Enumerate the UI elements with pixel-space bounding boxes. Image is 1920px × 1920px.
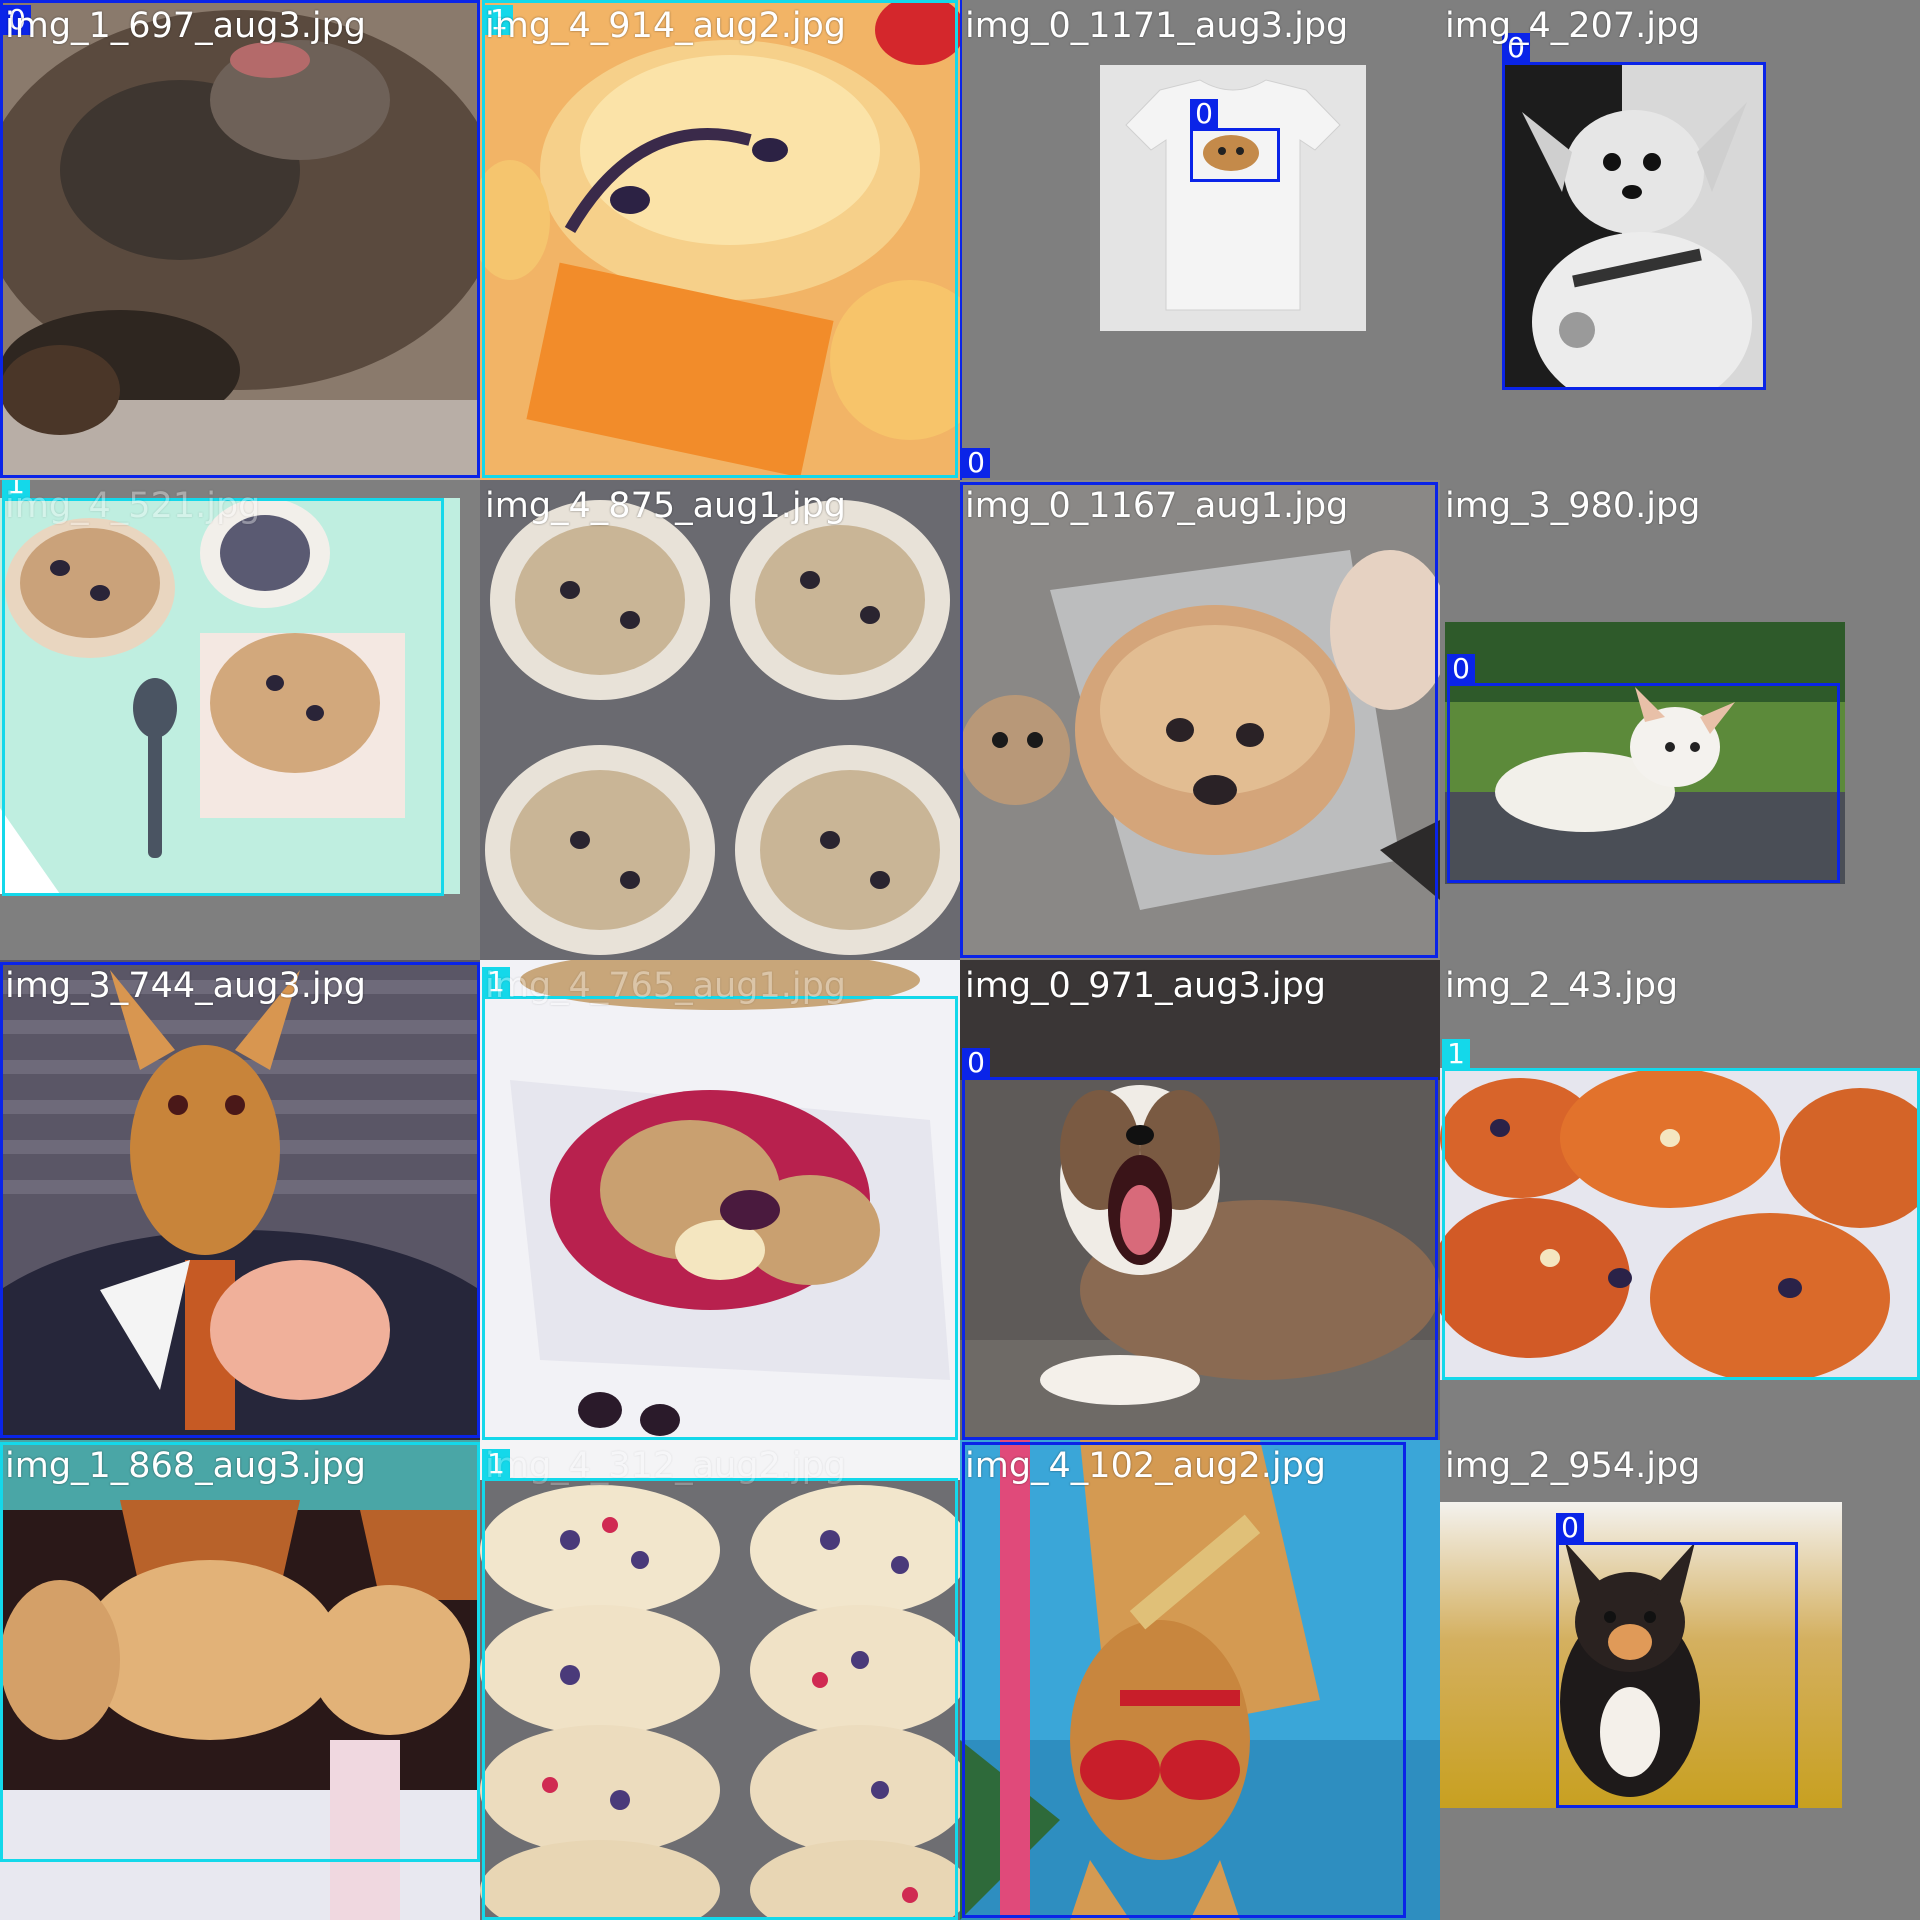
tile-img-1-697-aug3: img_1_697_aug3.jpg 0: [0, 0, 480, 480]
filename-label: img_3_980.jpg: [1445, 486, 1701, 526]
tile-img-3-744-aug3: img_3_744_aug3.jpg 0: [0, 960, 480, 1440]
filename-label: img_4_207.jpg: [1445, 6, 1701, 46]
filename-label: img_0_1167_aug1.jpg: [965, 486, 1349, 526]
tile-img-0-971-aug3: img_0_971_aug3.jpg 0: [960, 960, 1440, 1440]
detection-mosaic: img_1_697_aug3.jpg 0 img_4_914_aug2.jpg …: [0, 0, 1920, 1920]
bounding-box-class-1: 1: [482, 967, 958, 1440]
class-label: 1: [1442, 1039, 1470, 1069]
filename-label: img_4_521.jpg: [5, 486, 261, 526]
bounding-box-class-1: 1: [482, 0, 958, 478]
tile-img-2-43: img_2_43.jpg 1: [1440, 960, 1920, 1440]
filename-label: img_4_102_aug2.jpg: [965, 1446, 1327, 1486]
filename-label: img_4_914_aug2.jpg: [485, 6, 847, 46]
filename-label: img_0_1171_aug3.jpg: [965, 6, 1349, 46]
filename-label: img_4_765_aug1.jpg: [485, 966, 847, 1006]
tile-img-4-521: img_4_521.jpg 1: [0, 480, 480, 960]
photo-tshirt: [1100, 65, 1366, 331]
bounding-box-class-0: 0: [0, 962, 480, 1438]
class-label: 0: [962, 448, 990, 478]
tile-img-0-1171-aug3: img_0_1171_aug3.jpg 0 0: [960, 0, 1440, 480]
filename-label: img_4_875_aug1.jpg: [485, 486, 847, 526]
bounding-box-class-1: 1: [0, 1442, 480, 1862]
tile-img-4-312-aug2: img_4_312_aug2.jpg 1: [480, 1440, 960, 1920]
tile-img-2-954: img_2_954.jpg 0: [1440, 1440, 1920, 1920]
bounding-box-class-0: 0: [960, 0, 990, 480]
photo-muffin-cups: [480, 480, 960, 960]
bounding-box-class-0: 0: [962, 1442, 1406, 1918]
class-label: 0: [962, 1048, 990, 1078]
class-label: 0: [1556, 1513, 1584, 1543]
filename-label: img_1_697_aug3.jpg: [5, 6, 367, 46]
tile-img-0-1167-aug1: img_0_1167_aug1.jpg 0: [960, 480, 1440, 960]
filename-label: img_1_868_aug3.jpg: [5, 1446, 367, 1486]
tile-img-4-765-aug1: img_4_765_aug1.jpg 1: [480, 960, 960, 1440]
tile-img-3-980: img_3_980.jpg 0: [1440, 480, 1920, 960]
bounding-box-class-0: 0: [1502, 33, 1766, 390]
tile-img-4-875-aug1: img_4_875_aug1.jpg: [480, 480, 960, 960]
bounding-box-class-0: 0: [962, 1048, 1438, 1440]
filename-label: img_2_954.jpg: [1445, 1446, 1701, 1486]
bounding-box-class-0: 0: [1556, 1513, 1798, 1808]
tile-img-1-868-aug3: img_1_868_aug3.jpg 1: [0, 1440, 480, 1920]
bounding-box-class-0: 0: [1190, 99, 1280, 182]
class-label: 0: [1190, 99, 1218, 129]
bounding-box-class-0: 0: [1447, 654, 1840, 883]
bounding-box-class-1: 1: [482, 1449, 958, 1920]
class-label: 0: [1447, 654, 1475, 684]
filename-label: img_4_312_aug2.jpg: [485, 1446, 847, 1486]
filename-label: img_2_43.jpg: [1445, 966, 1679, 1006]
tile-img-4-914-aug2: img_4_914_aug2.jpg 1: [480, 0, 960, 480]
bounding-box-class-1: 1: [1442, 1039, 1920, 1380]
bounding-box-class-0: 0: [0, 0, 480, 478]
filename-label: img_0_971_aug3.jpg: [965, 966, 1327, 1006]
bounding-box-class-1: 1: [2, 480, 444, 896]
tile-img-4-102-aug2: img_4_102_aug2.jpg 0: [960, 1440, 1440, 1920]
filename-label: img_3_744_aug3.jpg: [5, 966, 367, 1006]
bounding-box-class-0: 0: [960, 482, 1438, 958]
tile-img-4-207: img_4_207.jpg 0: [1440, 0, 1920, 480]
